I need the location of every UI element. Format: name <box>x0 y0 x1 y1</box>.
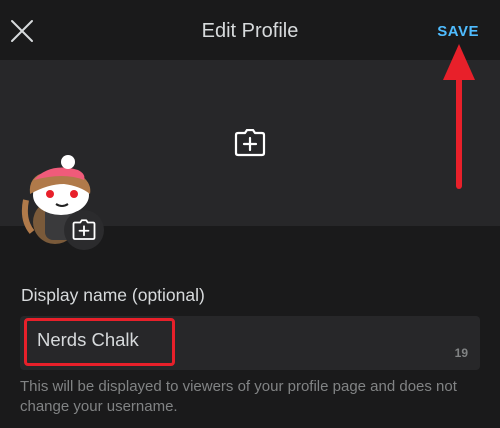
avatar-camera-button[interactable] <box>64 210 104 250</box>
page-title: Edit Profile <box>201 20 299 42</box>
remaining-char-count: 19 <box>454 346 468 360</box>
display-name-value[interactable]: Nerds Chalk <box>37 329 139 351</box>
edit-profile-screen: Edit Profile SAVE Display name (optional… <box>0 0 500 428</box>
save-button[interactable]: SAVE <box>437 24 479 40</box>
display-name-label: Display name (optional) <box>21 285 205 305</box>
display-name-field[interactable]: Nerds Chalk 19 <box>20 316 480 370</box>
add-photo-icon[interactable] <box>234 129 266 157</box>
helper-text: This will be displayed to viewers of you… <box>20 378 457 415</box>
add-photo-icon <box>72 219 96 240</box>
top-bar: Edit Profile SAVE <box>0 0 500 60</box>
